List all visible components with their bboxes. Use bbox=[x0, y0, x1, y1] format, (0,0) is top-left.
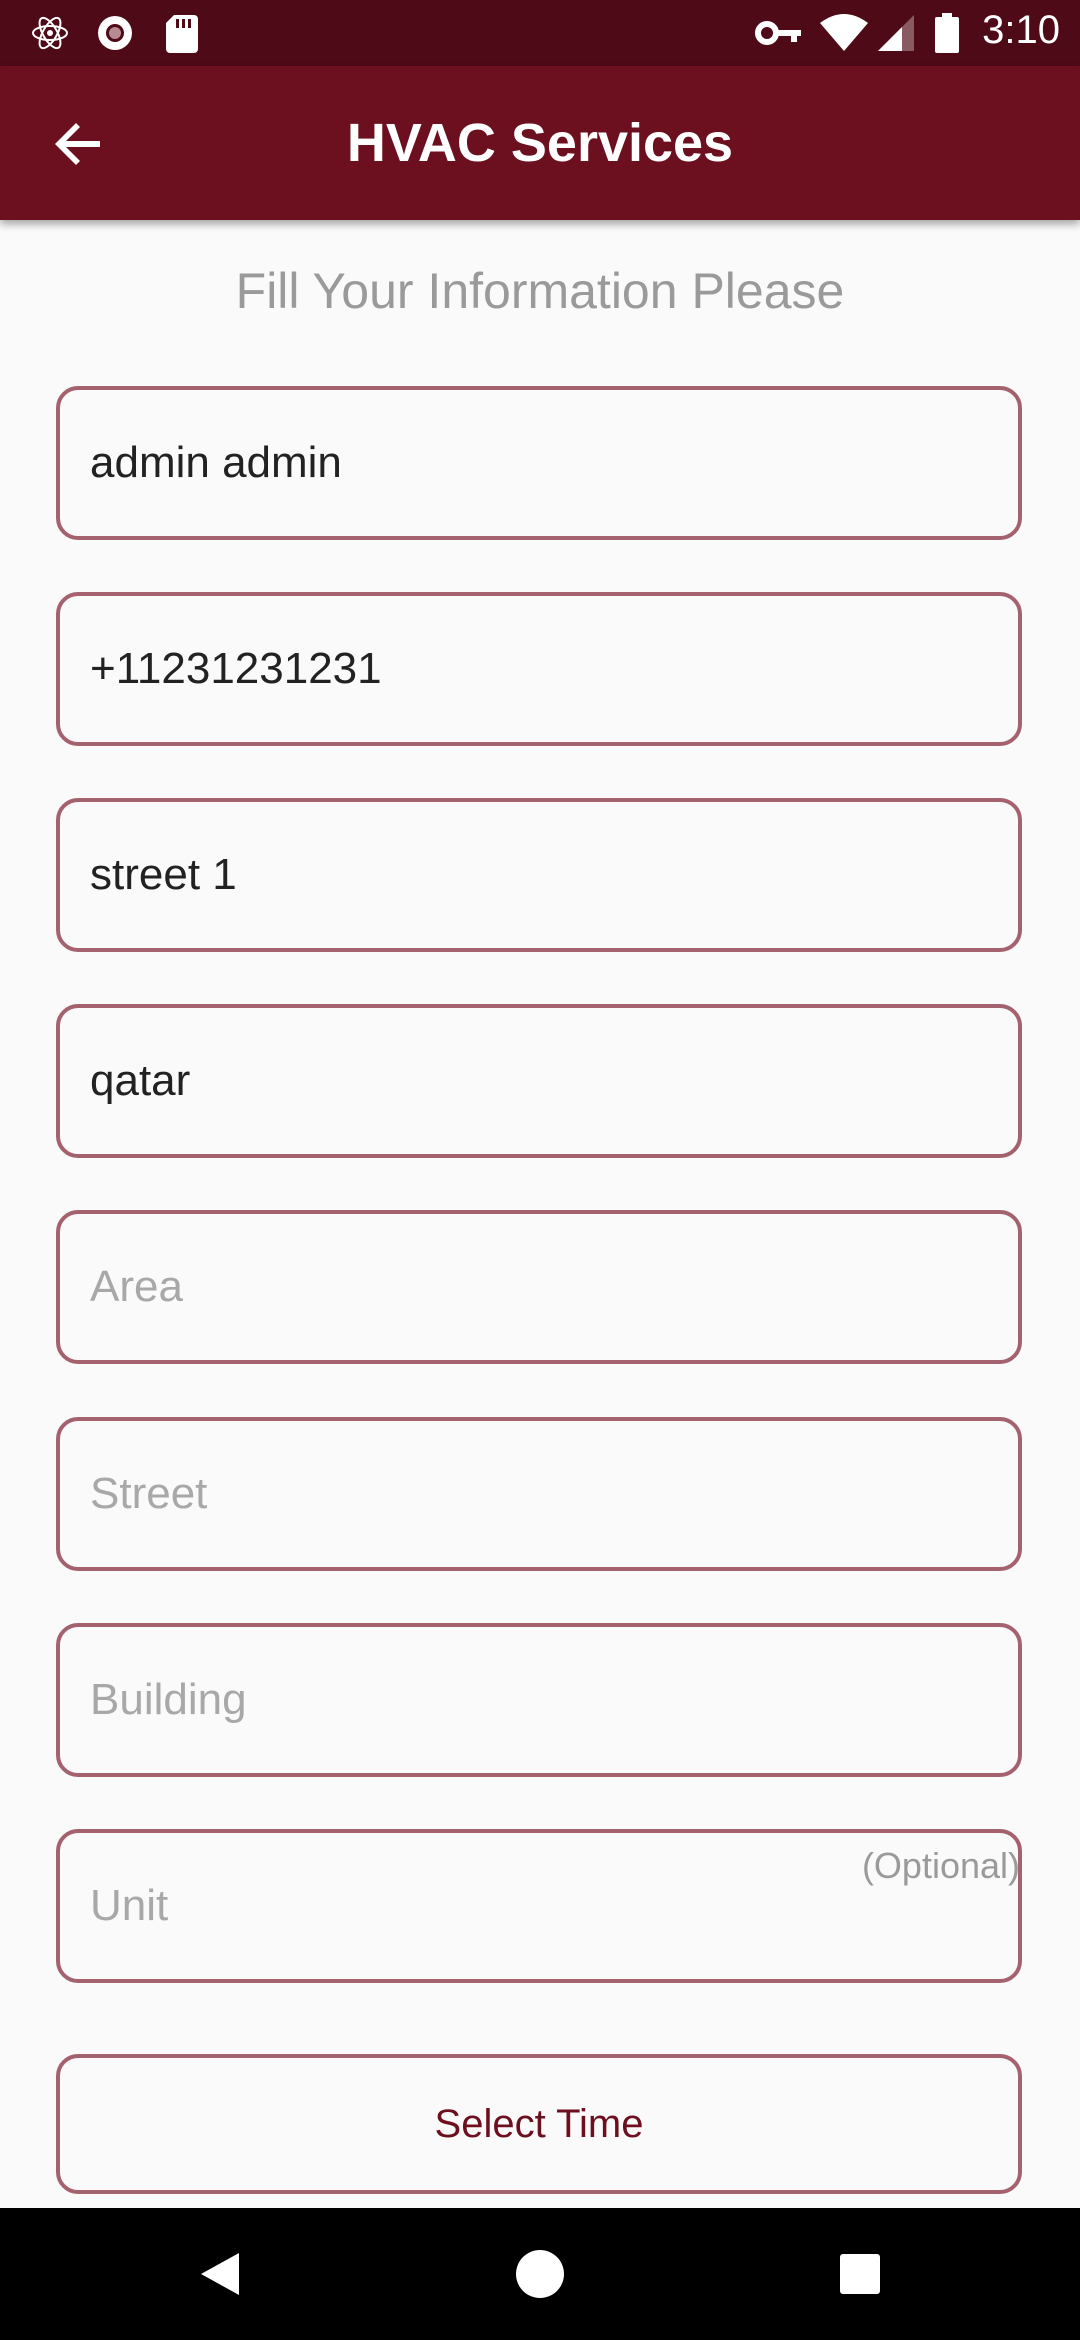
record-icon bbox=[95, 13, 135, 53]
select-time-button[interactable]: Select Time bbox=[56, 2054, 1022, 2194]
name-field[interactable] bbox=[56, 386, 1022, 540]
sd-card-icon bbox=[164, 13, 200, 53]
navigation-bar bbox=[0, 2208, 1080, 2340]
nav-home-button[interactable] bbox=[510, 2244, 570, 2304]
building-field[interactable] bbox=[56, 1623, 1022, 1777]
address-field[interactable] bbox=[56, 798, 1022, 952]
area-field[interactable] bbox=[56, 1210, 1022, 1364]
nav-back-button[interactable] bbox=[190, 2244, 250, 2304]
unit-input[interactable] bbox=[90, 1833, 970, 1979]
area-input[interactable] bbox=[90, 1214, 970, 1360]
recents-square-icon bbox=[840, 2254, 880, 2294]
address-input[interactable] bbox=[90, 802, 970, 948]
street-field[interactable] bbox=[56, 1417, 1022, 1571]
name-input[interactable] bbox=[90, 390, 970, 536]
nav-recents-button[interactable] bbox=[830, 2244, 890, 2304]
signal-icon bbox=[876, 13, 916, 53]
status-bar: 3:10 bbox=[0, 0, 1080, 66]
vpn-key-icon bbox=[755, 13, 803, 53]
phone-field[interactable] bbox=[56, 592, 1022, 746]
form-heading: Fill Your Information Please bbox=[235, 263, 845, 319]
battery-icon bbox=[934, 13, 960, 53]
optional-hint: (Optional) bbox=[861, 1845, 1020, 1886]
app-bar: HVAC Services bbox=[0, 66, 1080, 220]
home-circle-icon bbox=[516, 2250, 564, 2298]
phone-input[interactable] bbox=[90, 596, 970, 742]
unit-field[interactable]: (Optional) bbox=[56, 1829, 1022, 1983]
street-input[interactable] bbox=[90, 1421, 970, 1567]
page-title: HVAC Services bbox=[346, 113, 734, 173]
status-time: 3:10 bbox=[982, 8, 1060, 52]
react-icon bbox=[30, 13, 70, 53]
back-triangle-icon bbox=[201, 2253, 239, 2295]
city-field[interactable] bbox=[56, 1004, 1022, 1158]
wifi-icon bbox=[818, 13, 870, 53]
city-input[interactable] bbox=[90, 1008, 970, 1154]
building-input[interactable] bbox=[90, 1627, 970, 1773]
